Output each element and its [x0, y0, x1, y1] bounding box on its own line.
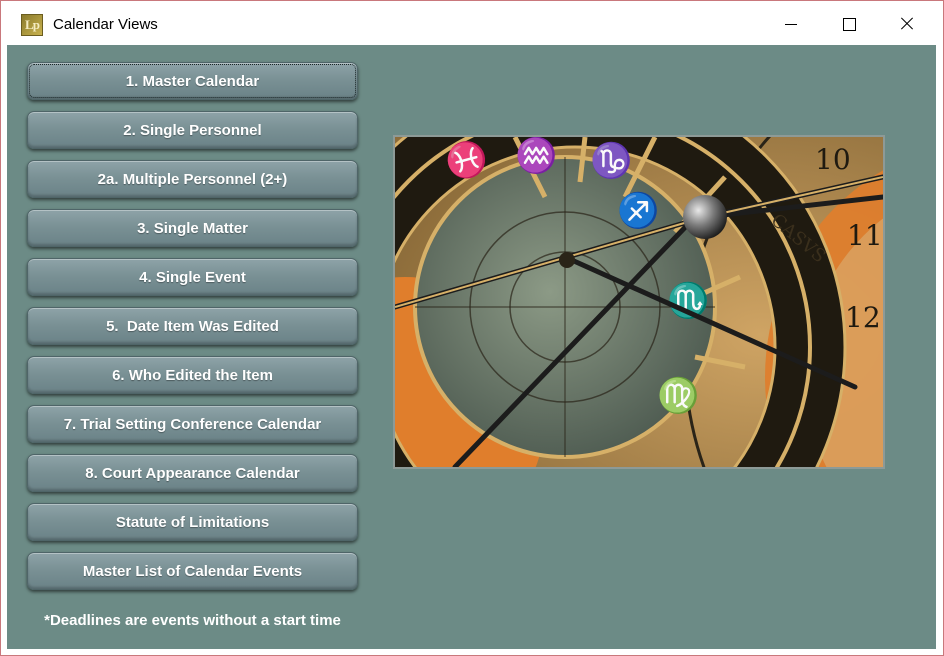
date-item-edited-button-label: 5. Date Item Was Edited [106, 317, 279, 335]
statute-of-limitations-button-label: Statute of Limitations [115, 513, 270, 531]
who-edited-item-button-label: 6. Who Edited the Item [112, 366, 273, 384]
trial-setting-conference-calendar-button[interactable]: 7. Trial Setting Conference Calendar [27, 405, 358, 443]
master-list-calendar-events-button-label: Master List of Calendar Events [82, 562, 303, 580]
client-area: 1. Master Calendar 2. Single Personnel 2… [7, 45, 936, 649]
svg-text:♒: ♒ [515, 137, 557, 176]
window-title: Calendar Views [53, 16, 158, 33]
clock-numeral-11: 11 [847, 219, 883, 252]
clock-numeral-12: 12 [845, 301, 881, 334]
single-matter-button[interactable]: 3. Single Matter [27, 209, 358, 247]
astronomical-clock-illustration: ♓ ♒ ♑ ♐ ♏ ♍ 10 11 12 CASVS [395, 137, 883, 467]
master-calendar-button-label: 1. Master Calendar [125, 72, 260, 90]
deadlines-footnote: *Deadlines are events without a start ti… [44, 612, 341, 629]
clock-numeral-10: 10 [815, 143, 851, 176]
single-event-button-label: 4. Single Event [139, 268, 246, 286]
calendar-views-window: Lp Calendar Views 1. Master Calendar 2. … [0, 0, 944, 656]
multiple-personnel-button-label: 2a. Multiple Personnel (2+) [97, 170, 288, 188]
svg-text:♐: ♐ [617, 191, 659, 231]
statute-of-limitations-button[interactable]: Statute of Limitations [27, 503, 358, 541]
svg-text:♑: ♑ [590, 141, 632, 181]
single-event-button[interactable]: 4. Single Event [27, 258, 358, 296]
court-appearance-calendar-button-label: 8. Court Appearance Calendar [85, 464, 300, 482]
maximize-icon [842, 17, 856, 31]
multiple-personnel-button[interactable]: 2a. Multiple Personnel (2+) [27, 160, 358, 198]
app-logo-icon: Lp [21, 14, 43, 36]
svg-text:♏: ♏ [667, 281, 709, 321]
single-matter-button-label: 3. Single Matter [137, 219, 248, 237]
minimize-icon [785, 23, 797, 25]
master-calendar-button[interactable]: 1. Master Calendar [27, 62, 358, 100]
single-personnel-button[interactable]: 2. Single Personnel [27, 111, 358, 149]
single-personnel-button-label: 2. Single Personnel [123, 121, 262, 139]
title-bar[interactable]: Lp Calendar Views [1, 1, 943, 45]
maximize-button[interactable] [829, 9, 869, 39]
astronomical-clock-image: ♓ ♒ ♑ ♐ ♏ ♍ 10 11 12 CASVS [393, 135, 885, 469]
close-button[interactable] [887, 9, 927, 39]
who-edited-item-button[interactable]: 6. Who Edited the Item [27, 356, 358, 394]
master-list-calendar-events-button[interactable]: Master List of Calendar Events [27, 552, 358, 590]
close-icon [900, 17, 914, 31]
svg-text:♍: ♍ [657, 376, 699, 416]
minimize-button[interactable] [771, 9, 811, 39]
court-appearance-calendar-button[interactable]: 8. Court Appearance Calendar [27, 454, 358, 492]
date-item-edited-button[interactable]: 5. Date Item Was Edited [27, 307, 358, 345]
trial-setting-conference-calendar-button-label: 7. Trial Setting Conference Calendar [63, 415, 322, 433]
